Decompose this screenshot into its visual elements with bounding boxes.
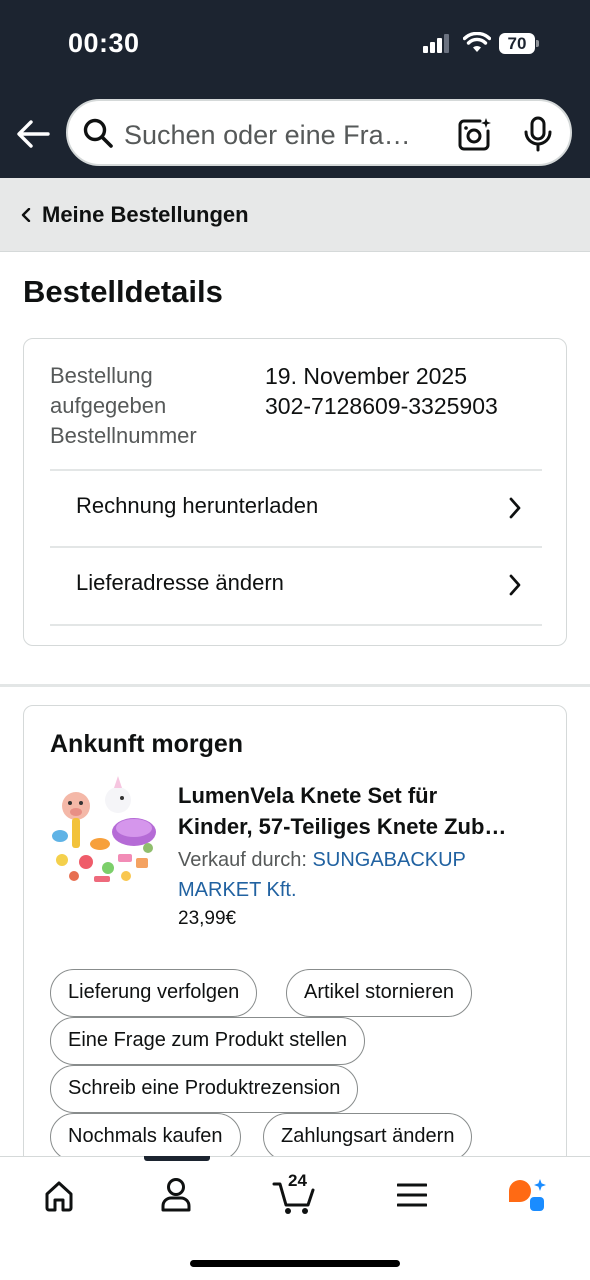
status-time: 00:30 [68, 28, 140, 58]
product-title-line: LumenVela Knete Set für [178, 783, 438, 808]
change-payment-button[interactable]: Zahlungsart ändern [263, 1113, 473, 1161]
ask-question-button[interactable]: Eine Frage zum Produkt stellen [50, 1017, 366, 1065]
product-image[interactable] [48, 776, 158, 888]
page-title: Bestelldetails [23, 274, 223, 309]
seller-info: Verkauf durch: SUNGABACKUP MARKET Kft. [178, 845, 538, 905]
chevron-right-icon [509, 497, 521, 519]
product-title-line: Kinder, 57-Teiliges Knete Zub… [178, 814, 507, 839]
shipment-card: Ankunft morgen LumenVela Knete Set für K… [23, 705, 567, 1185]
back-arrow-icon[interactable] [16, 118, 50, 150]
microphone-icon[interactable] [523, 116, 553, 152]
search-bar[interactable]: Suchen oder eine Fra… [66, 99, 572, 166]
order-info-card: Bestellung aufgegeben Bestellnummer 19. … [23, 338, 567, 646]
order-values: 19. November 2025 302-7128609-3325903 [265, 361, 498, 421]
download-invoice-row[interactable]: Rechnung herunterladen [50, 469, 542, 547]
order-labels: Bestellung aufgegeben Bestellnummer [50, 361, 240, 451]
search-icon [83, 118, 113, 148]
cancel-item-button[interactable]: Artikel stornieren [286, 969, 473, 1017]
breadcrumb[interactable]: Meine Bestellungen [0, 178, 590, 252]
change-address-row[interactable]: Lieferadresse ändern [50, 546, 542, 626]
account-icon[interactable] [160, 1177, 192, 1213]
home-indicator [190, 1260, 400, 1267]
chevron-right-icon [509, 574, 521, 596]
rufus-icon[interactable] [506, 1177, 548, 1213]
signal-icon [423, 34, 449, 53]
wifi-icon [463, 32, 491, 52]
order-label: Bestellnummer [50, 423, 197, 448]
download-invoice-label: Rechnung herunterladen [76, 493, 319, 518]
product-title[interactable]: LumenVela Knete Set für Kinder, 57-Teili… [178, 780, 544, 842]
active-tab-indicator [144, 1156, 210, 1161]
product-price: 23,99€ [178, 908, 237, 929]
app-header: 00:30 70 Suchen oder eine Fra… [0, 0, 590, 178]
seller-prefix: Verkauf durch: [178, 849, 307, 871]
order-date: 19. November 2025 [265, 363, 468, 389]
menu-icon[interactable] [397, 1183, 427, 1207]
cart-count-badge: 24 [288, 1171, 307, 1190]
breadcrumb-label[interactable]: Meine Bestellungen [42, 202, 249, 228]
write-review-button[interactable]: Schreib eine Produktrezension [50, 1065, 359, 1113]
change-address-label: Lieferadresse ändern [76, 570, 284, 595]
battery-icon: 70 [499, 33, 539, 54]
section-divider [0, 684, 590, 687]
camera-search-icon[interactable] [456, 116, 492, 152]
search-input[interactable]: Suchen oder eine Fra… [124, 120, 434, 151]
status-bar: 00:30 70 [0, 0, 590, 88]
order-label: aufgegeben [50, 393, 167, 418]
order-number: 302-7128609-3325903 [265, 393, 498, 419]
delivery-heading: Ankunft morgen [50, 730, 244, 758]
chevron-left-icon [21, 208, 31, 222]
buy-again-button[interactable]: Nochmals kaufen [50, 1113, 241, 1161]
order-label: Bestellung [50, 363, 153, 388]
track-delivery-button[interactable]: Lieferung verfolgen [50, 969, 258, 1017]
battery-level: 70 [499, 33, 535, 54]
home-icon[interactable] [43, 1180, 75, 1212]
